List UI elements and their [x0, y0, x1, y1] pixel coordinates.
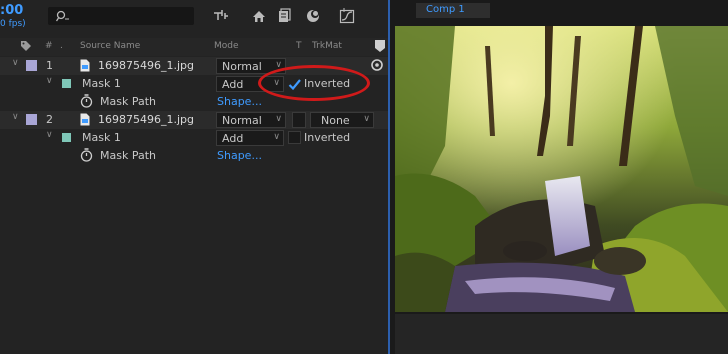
- layer-number: 2: [46, 113, 53, 126]
- layer-number: 1: [46, 59, 53, 72]
- inverted-label: Inverted: [304, 131, 351, 144]
- chevron-down-icon[interactable]: ∨: [46, 130, 53, 140]
- label-color-swatch[interactable]: [26, 114, 37, 125]
- stopwatch-icon[interactable]: [80, 148, 93, 165]
- search-input[interactable]: [48, 7, 194, 25]
- mask-mode-dropdown[interactable]: Add ∨: [216, 130, 284, 146]
- layer-mode-dropdown[interactable]: Normal ∨: [216, 112, 286, 128]
- mask-color-swatch[interactable]: [62, 79, 71, 88]
- chevron-down-icon[interactable]: ∨: [46, 76, 53, 86]
- mask-path-row-2: Mask Path Shape...: [0, 147, 388, 165]
- trkmat-dropdown[interactable]: None ∨: [310, 112, 374, 128]
- annotation-circle: [258, 65, 370, 101]
- fps-readout: 0 fps): [0, 19, 26, 29]
- mask-path-shape-link[interactable]: Shape...: [217, 149, 262, 162]
- graph-editor-icon[interactable]: [338, 7, 356, 25]
- mask-name[interactable]: Mask 1: [82, 131, 121, 144]
- footage-icon: [80, 113, 90, 129]
- layer-name[interactable]: 169875496_1.jpg: [98, 59, 194, 72]
- chevron-down-icon[interactable]: ∨: [12, 58, 19, 68]
- timeline-panel: :00 0 fps) # . Source Name Mode T TrkMat…: [0, 0, 388, 354]
- label-color-swatch[interactable]: [26, 60, 37, 71]
- chevron-down-icon: ∨: [275, 114, 282, 124]
- column-header: # . Source Name Mode T TrkMat: [0, 38, 388, 56]
- layer-name[interactable]: 169875496_1.jpg: [98, 113, 194, 126]
- inverted-checkbox[interactable]: [288, 131, 301, 144]
- viewer-footer: [395, 314, 728, 354]
- mask-path-shape-link[interactable]: Shape...: [217, 95, 262, 108]
- t-column-header[interactable]: T: [296, 41, 302, 51]
- mask-row-2[interactable]: ∨ Mask 1 Add ∨ Inverted: [0, 129, 388, 147]
- search-icon: [56, 10, 69, 22]
- stopwatch-icon[interactable]: [80, 94, 93, 111]
- chevron-down-icon[interactable]: ∨: [12, 112, 19, 122]
- parent-pickwhip-icon[interactable]: [370, 58, 384, 75]
- source-name-column-header[interactable]: Source Name: [80, 41, 140, 51]
- current-time[interactable]: :00: [0, 3, 23, 18]
- comp-flowchart-icon[interactable]: [212, 7, 230, 25]
- tab-comp-1[interactable]: Comp 1: [416, 3, 490, 18]
- number-column-header[interactable]: #: [45, 41, 53, 51]
- timeline-toolbar: :00 0 fps): [0, 0, 388, 36]
- mask-color-swatch[interactable]: [62, 133, 71, 142]
- panel-menu-icon[interactable]: [374, 39, 386, 56]
- label-column-icon: [20, 40, 32, 55]
- preserve-transparency-toggle[interactable]: [292, 112, 306, 128]
- chevron-down-icon: ∨: [363, 114, 370, 124]
- chevron-down-icon: ∨: [273, 132, 280, 142]
- shy-icon[interactable]: [250, 7, 268, 25]
- composition-viewer[interactable]: [395, 26, 728, 312]
- motion-blur-icon[interactable]: [304, 7, 322, 25]
- footage-icon: [80, 59, 90, 75]
- mask-name[interactable]: Mask 1: [82, 77, 121, 90]
- frame-blend-icon[interactable]: [276, 7, 294, 25]
- trkmat-column-header[interactable]: TrkMat: [312, 41, 342, 51]
- forest-waterfall-image: [395, 26, 728, 312]
- layer-row-2[interactable]: ∨ 2 169875496_1.jpg Normal ∨ None ∨: [0, 111, 388, 129]
- mask-path-label: Mask Path: [100, 95, 156, 108]
- mask-path-label: Mask Path: [100, 149, 156, 162]
- mode-column-header[interactable]: Mode: [214, 41, 239, 51]
